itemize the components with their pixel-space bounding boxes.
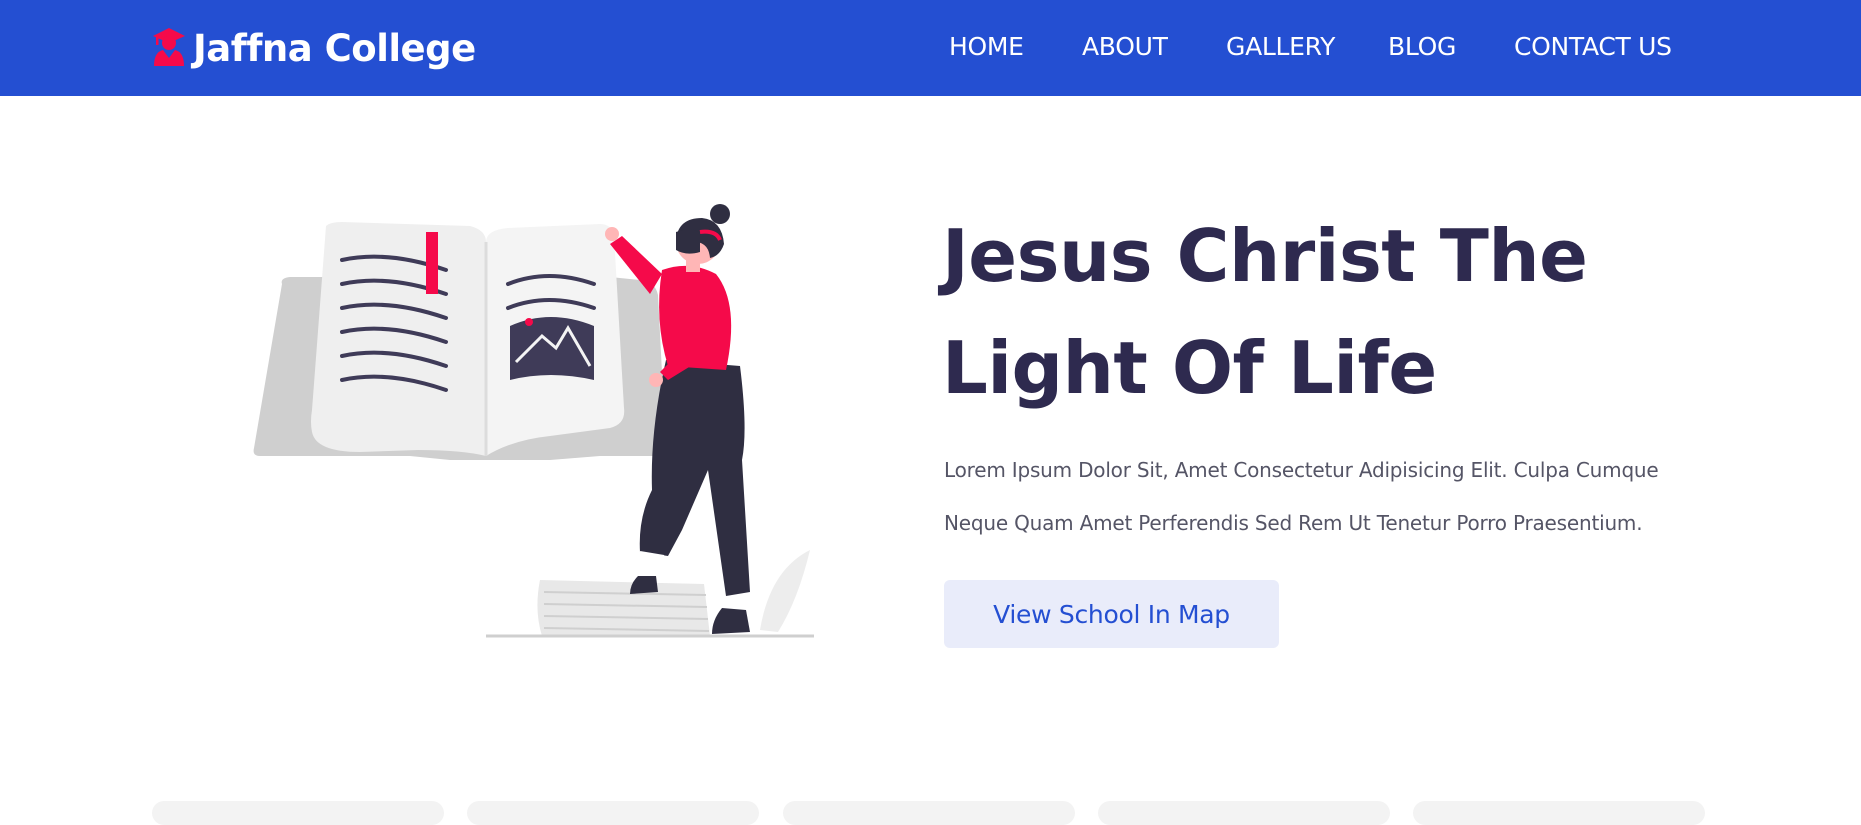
brand-name: Jaffna College: [193, 26, 476, 70]
nav-contact-us[interactable]: CONTACT US: [1514, 30, 1672, 64]
hero-description: Lorem Ipsum Dolor Sit, Amet Consectetur …: [944, 444, 1744, 550]
hero-title: Jesus Christ The Light Of Life: [942, 200, 1762, 424]
nav-home[interactable]: HOME: [949, 30, 1024, 64]
hero-description-line-1: Lorem Ipsum Dolor Sit, Amet Consectetur …: [944, 458, 1659, 482]
brand-logo[interactable]: Jaffna College: [151, 22, 476, 74]
student-graduation-cap-icon: [151, 26, 187, 70]
feature-card: [1413, 801, 1705, 825]
nav-blog[interactable]: BLOG: [1388, 30, 1456, 64]
feature-card: [783, 801, 1075, 825]
nav-gallery[interactable]: GALLERY: [1226, 30, 1335, 64]
view-school-in-map-button[interactable]: View School In Map: [944, 580, 1279, 648]
nav-about[interactable]: ABOUT: [1082, 30, 1168, 64]
woman-reading-book-illustration: [250, 200, 820, 644]
hero-description-line-2: Neque Quam Amet Perferendis Sed Rem Ut T…: [944, 511, 1643, 535]
feature-card: [467, 801, 759, 825]
top-navbar: Jaffna College HOME ABOUT GALLERY BLOG C…: [0, 0, 1861, 96]
hero-title-line-2: Light Of Life: [942, 326, 1437, 410]
hero-title-line-1: Jesus Christ The: [942, 214, 1588, 298]
feature-card: [152, 801, 444, 825]
feature-card: [1098, 801, 1390, 825]
